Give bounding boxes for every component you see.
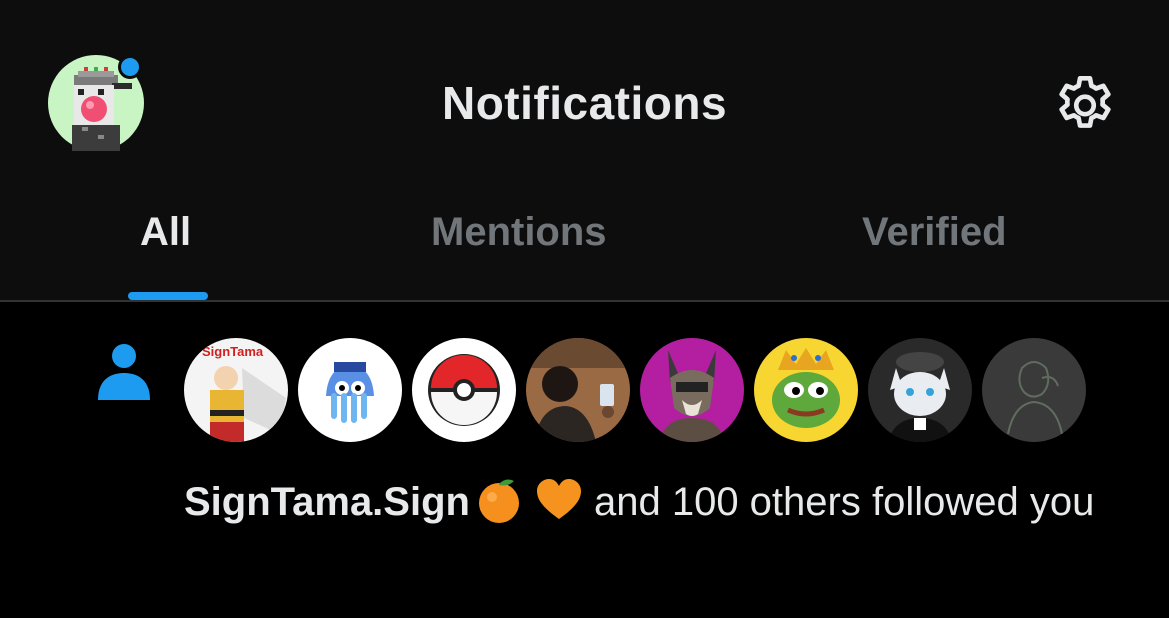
signtama-caption: SignTama [202, 344, 264, 359]
cat-avatar[interactable] [868, 338, 972, 442]
gear-icon [1059, 75, 1111, 128]
blue-jellyfish-avatar[interactable] [298, 338, 402, 442]
signtama-avatar[interactable]: SignTama [184, 338, 288, 442]
active-tab-indicator [128, 292, 208, 300]
tab-all[interactable]: All [140, 210, 191, 255]
orange-heart-emoji-icon [534, 475, 584, 525]
follow-notification[interactable]: SignTama SignTama.Sign and 100 others fo… [0, 302, 1169, 618]
page-title: Notifications [441, 77, 728, 129]
settings-button[interactable] [1050, 71, 1120, 141]
tab-mentions[interactable]: Mentions [431, 210, 607, 255]
top-header: Notifications All Mentions Verified [0, 0, 1169, 300]
notification-tabs: All Mentions Verified [0, 190, 1169, 300]
notification-rest-text: and 100 others followed you [593, 480, 1095, 524]
pepe-king-avatar[interactable] [754, 338, 858, 442]
man-photo-avatar[interactable] [526, 338, 630, 442]
notification-text: SignTama.Sign and 100 others followed you [184, 474, 1134, 530]
actor-name[interactable]: SignTama.Sign [184, 480, 470, 524]
wolf-avatar[interactable] [640, 338, 744, 442]
pokeball-avatar[interactable] [412, 338, 516, 442]
orange-emoji-icon [474, 475, 524, 525]
sketch-avatar[interactable] [982, 338, 1086, 442]
person-follow-icon [96, 342, 152, 402]
tab-verified[interactable]: Verified [862, 210, 1007, 255]
